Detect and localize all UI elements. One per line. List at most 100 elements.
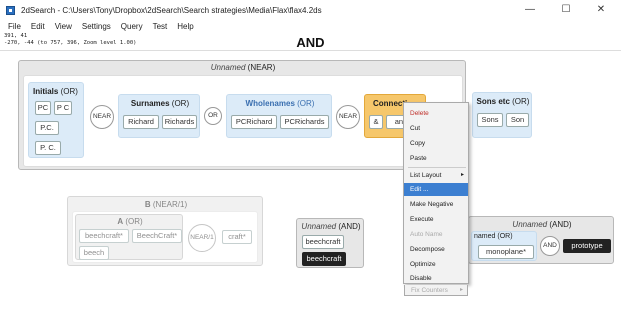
near1-operator[interactable]: NEAR/1 — [188, 224, 216, 252]
fix-counters-label: Fix Counters — [411, 287, 448, 294]
submenu-arrow-icon: ▸ — [460, 172, 464, 178]
menu-item-fix-counters[interactable]: Fix Counters ▸ — [404, 285, 468, 296]
right-group-header: Unnamed (AND) — [469, 220, 615, 229]
term-richard[interactable]: Richard — [123, 115, 159, 129]
term-pc[interactable]: PC — [35, 101, 51, 115]
term-richards[interactable]: Richards — [162, 115, 197, 129]
menu-bar: File Edit View Settings Query Test Help — [0, 20, 621, 33]
context-menu: Delete Cut Copy Paste List Layout ▸ Edit… — [403, 102, 469, 284]
initials-op: (OR) — [60, 87, 78, 96]
term-ampersand[interactable]: & — [369, 115, 383, 129]
or-operator[interactable]: OR — [204, 107, 222, 125]
term-p.-c.[interactable]: P. C. — [35, 141, 61, 155]
near-group-box[interactable]: Unnamed (NEAR) Initials (OR) PC P C P.C.… — [18, 60, 466, 170]
b-near1-group[interactable]: B (NEAR/1) A (OR) beechcraft* BeechCraft… — [67, 196, 263, 266]
near-operator-2[interactable]: NEAR — [336, 105, 360, 129]
near-group-header: Unnamed (NEAR) — [19, 63, 467, 72]
term-sons[interactable]: Sons — [477, 113, 503, 127]
near-group-inner: Initials (OR) PC P C P.C. P. C. NEAR Sur… — [23, 75, 463, 167]
close-button[interactable]: ✕ — [586, 0, 616, 20]
term-p-c[interactable]: P C — [54, 101, 72, 115]
menu-help[interactable]: Help — [177, 22, 193, 31]
a-group-label: A — [117, 217, 124, 226]
menu-query[interactable]: Query — [121, 22, 143, 31]
mid-group-op: (AND) — [338, 222, 361, 231]
sons-header: Sons etc (OR) — [473, 97, 533, 106]
menu-item-disable[interactable]: Disable — [404, 273, 468, 284]
menu-edit[interactable]: Edit — [31, 22, 45, 31]
initials-group[interactable]: Initials (OR) PC P C P.C. P. C. — [28, 82, 84, 158]
right-or-op: (OR) — [497, 233, 513, 240]
b-group-op: (NEAR/1) — [152, 200, 188, 209]
term-monoplane-star[interactable]: monoplane* — [478, 245, 534, 259]
initials-label: Initials — [33, 87, 59, 96]
right-or-title: named — [474, 233, 496, 240]
menu-item-auto-name[interactable]: Auto Name — [404, 228, 468, 241]
wholenames-op: (OR) — [297, 99, 315, 108]
menu-file[interactable]: File — [8, 22, 21, 31]
and-operator[interactable]: AND — [540, 236, 560, 256]
sons-label: Sons etc — [476, 97, 510, 106]
near-operator-1[interactable]: NEAR — [90, 105, 114, 129]
term-prototype[interactable]: prototype — [563, 239, 611, 253]
surnames-op: (OR) — [171, 99, 190, 108]
menu-separator-1 — [408, 167, 466, 168]
menu-view[interactable]: View — [55, 22, 72, 31]
surnames-header: Surnames (OR) — [119, 99, 201, 108]
menu-item-decompose[interactable]: Decompose — [404, 243, 468, 256]
b-group-label: B — [144, 200, 151, 209]
wholenames-header: Wholenames (OR) — [227, 99, 333, 108]
status-bar: 391, 41 -270, -44 (to 757, 396, Zoom lev… — [0, 33, 621, 51]
right-group-title: Unnamed — [512, 220, 548, 229]
maximize-button[interactable]: ☐ — [551, 0, 581, 20]
right-or-header: named (OR) — [474, 233, 513, 240]
near-group-op: (NEAR) — [247, 63, 276, 72]
menu-item-execute[interactable]: Execute — [404, 213, 468, 226]
a-group-header: A (OR) — [76, 217, 184, 226]
wholenames-group[interactable]: Wholenames (OR) PCRichard PCRichards — [226, 94, 332, 138]
term-craft-star[interactable]: craft* — [222, 230, 252, 244]
b-group-inner: A (OR) beechcraft* BeechCraft* beech NEA… — [72, 211, 258, 263]
right-or-group[interactable]: named (OR) monoplane* — [471, 231, 537, 261]
mid-and-group[interactable]: Unnamed (AND) beechcraft beechcraft — [296, 218, 364, 268]
surnames-group[interactable]: Surnames (OR) Richard Richards — [118, 94, 200, 138]
menu-settings[interactable]: Settings — [82, 22, 111, 31]
list-layout-label: List Layout — [410, 172, 442, 179]
menu-item-paste[interactable]: Paste — [404, 152, 468, 165]
menu-test[interactable]: Test — [153, 22, 168, 31]
a-or-group[interactable]: A (OR) beechcraft* BeechCraft* beech — [75, 214, 183, 260]
right-and-group[interactable]: Unnamed (AND) named (OR) monoplane* AND … — [468, 216, 614, 264]
term-beech[interactable]: beech — [79, 246, 109, 260]
menu-item-make-negative[interactable]: Make Negative — [404, 198, 468, 211]
top-operator-label[interactable]: AND — [0, 35, 621, 50]
wholenames-label: Wholenames — [245, 99, 295, 108]
sons-op: (OR) — [512, 97, 530, 106]
menu-item-copy[interactable]: Copy — [404, 137, 468, 150]
term-beechcraft-star[interactable]: beechcraft* — [79, 229, 129, 243]
minimize-button[interactable]: — — [515, 0, 545, 20]
b-group-header: B (NEAR/1) — [68, 200, 264, 209]
term-son[interactable]: Son — [506, 113, 529, 127]
term-pcrichard[interactable]: PCRichard — [231, 115, 277, 129]
near-group-title: Unnamed — [210, 63, 246, 72]
a-group-op: (OR) — [125, 217, 143, 226]
term-beechcraft-1[interactable]: beechcraft — [302, 235, 344, 249]
window-title: 2dSearch - C:\Users\Tony\Dropbox\2dSearc… — [21, 5, 322, 15]
term-beechcraft-cap-star[interactable]: BeechCraft* — [132, 229, 182, 243]
initials-header: Initials (OR) — [33, 87, 78, 96]
menu-item-edit[interactable]: Edit ... — [404, 183, 468, 196]
sons-group[interactable]: Sons etc (OR) Sons Son — [472, 92, 532, 138]
mid-group-header: Unnamed (AND) — [297, 222, 365, 231]
title-bar: 2dSearch - C:\Users\Tony\Dropbox\2dSearc… — [0, 0, 621, 20]
menu-item-optimize[interactable]: Optimize — [404, 258, 468, 271]
term-beechcraft-2[interactable]: beechcraft — [302, 252, 346, 266]
term-p.c.[interactable]: P.C. — [35, 121, 59, 135]
right-group-op: (AND) — [549, 220, 572, 229]
submenu-arrow-icon-2: ▸ — [459, 287, 463, 293]
term-pcrichards[interactable]: PCRichards — [280, 115, 329, 129]
menu-item-list-layout[interactable]: List Layout ▸ — [404, 169, 468, 182]
surnames-label: Surnames — [130, 99, 170, 108]
menu-item-delete[interactable]: Delete — [404, 107, 468, 120]
query-canvas[interactable]: Unnamed (NEAR) Initials (OR) PC P C P.C.… — [0, 51, 621, 315]
menu-item-cut[interactable]: Cut — [404, 122, 468, 135]
